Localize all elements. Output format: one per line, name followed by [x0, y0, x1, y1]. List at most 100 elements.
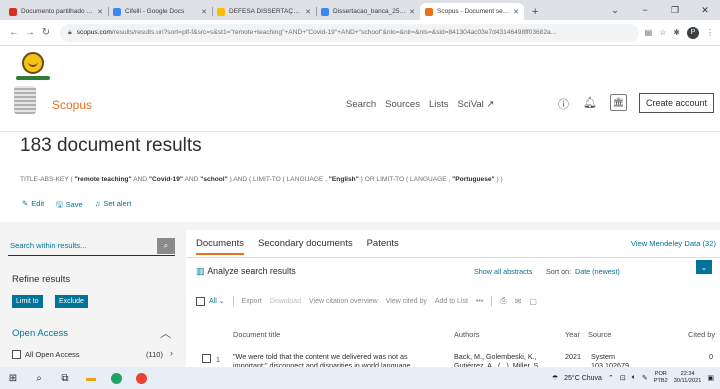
- create-account-button[interactable]: Create account: [639, 93, 714, 113]
- nav-item[interactable]: Sources: [385, 99, 420, 110]
- search-icon[interactable]: ⌕: [26, 373, 52, 384]
- close-tab-icon[interactable]: ✕: [201, 8, 207, 16]
- language-indicator[interactable]: POR PTB2: [654, 371, 668, 385]
- close-tab-icon[interactable]: ✕: [409, 8, 415, 16]
- weather-text[interactable]: 25°C Chuva: [564, 375, 602, 382]
- chevron-up-icon[interactable]: ︿: [160, 325, 171, 341]
- browser-tab[interactable]: Scopus - Document search ✕: [420, 3, 524, 20]
- show-abstracts-link[interactable]: Show all abstracts: [474, 267, 532, 276]
- cited-by-button[interactable]: View cited by: [386, 298, 427, 305]
- sort-select[interactable]: Date (newest): [575, 267, 620, 276]
- all-open-access-filter[interactable]: All Open Access: [12, 350, 80, 359]
- exclude-button[interactable]: Exclude: [55, 295, 88, 308]
- scopus-brand[interactable]: Scopus: [52, 98, 92, 112]
- new-tab-icon[interactable]: +: [524, 6, 546, 20]
- clock[interactable]: 22:34 30/11/2021: [674, 371, 702, 385]
- star-icon[interactable]: ☆: [659, 28, 666, 37]
- file-explorer-icon[interactable]: ▬: [78, 373, 104, 384]
- bibliography-icon[interactable]: ▢: [529, 297, 537, 306]
- save-link[interactable]: 🖫 Save: [56, 199, 83, 212]
- checkbox[interactable]: [12, 350, 21, 359]
- divider: [232, 296, 234, 306]
- column-header-cited-by[interactable]: Cited by: [688, 330, 715, 339]
- analyze-link[interactable]: ▥ Analyze search results: [196, 266, 296, 277]
- notifications-icon[interactable]: ▣: [707, 374, 714, 382]
- chevron-right-icon[interactable]: ›: [170, 348, 173, 358]
- query-term: "Portuguese": [452, 176, 495, 183]
- citation-overview-button[interactable]: View citation overview: [309, 298, 378, 305]
- add-to-list-button[interactable]: Add to List: [435, 298, 468, 305]
- browser-tab[interactable]: DEFESA DISSERTAÇÃO MEST✕: [212, 3, 316, 20]
- institution-logo-banner: [16, 76, 50, 80]
- keyboard-layout: PTB2: [653, 378, 668, 384]
- download-button[interactable]: Download: [270, 298, 301, 305]
- extensions-icon[interactable]: ✱: [673, 28, 680, 37]
- chevron-down-icon[interactable]: ⌄: [696, 260, 712, 274]
- chrome-icon[interactable]: [136, 372, 147, 384]
- query-operator: ) OR LIMIT-TO ( LANGUAGE ,: [358, 176, 453, 183]
- checkbox[interactable]: [196, 296, 205, 306]
- row-checkbox[interactable]: [202, 354, 211, 363]
- back-icon[interactable]: ←: [6, 27, 22, 38]
- set-alert-link[interactable]: ♫ Set alert: [95, 199, 132, 212]
- search-within-field[interactable]: Search within results... ⌕: [8, 236, 175, 256]
- menu-icon[interactable]: ⋮: [706, 28, 714, 37]
- nav-item[interactable]: SciVal ↗: [458, 99, 495, 110]
- profile-avatar[interactable]: P: [687, 26, 699, 39]
- mendeley-link[interactable]: View Mendeley Data (32): [631, 239, 716, 248]
- scopus-header: Scopus Search Sources Lists SciVal ↗ ⓘ 🔔︎ 🏛…: [0, 82, 720, 132]
- close-tab-icon[interactable]: ✕: [513, 8, 519, 16]
- column-header-source[interactable]: Source: [588, 330, 611, 339]
- close-tab-icon[interactable]: ✕: [97, 8, 103, 16]
- network-icon[interactable]: ⊡: [620, 374, 626, 382]
- column-header-authors[interactable]: Authors: [454, 330, 479, 339]
- browser-tab[interactable]: Cifelli - Google Docs ✕: [108, 3, 212, 20]
- chevron-up-icon[interactable]: ⌃: [608, 374, 614, 382]
- document-year: 2021: [565, 352, 581, 361]
- limit-to-button[interactable]: Limit to: [12, 295, 43, 308]
- reload-icon[interactable]: ↻: [38, 27, 54, 38]
- tab-patents[interactable]: Patents: [367, 238, 399, 255]
- close-tab-icon[interactable]: ✕: [305, 8, 311, 16]
- document-source[interactable]: System 103,102679: [591, 352, 641, 367]
- edit-link[interactable]: ✎ Edit: [22, 199, 44, 212]
- export-button[interactable]: Export: [242, 298, 262, 305]
- document-title-link[interactable]: "We were told that the content we delive…: [233, 352, 443, 367]
- column-header-title[interactable]: Document title: [233, 330, 280, 339]
- forward-icon[interactable]: →: [22, 27, 38, 38]
- browser-tab[interactable]: Dissertacao_banca_25_01_20✕: [316, 3, 420, 20]
- document-cited-by[interactable]: 0: [709, 352, 713, 361]
- browser-tab[interactable]: Documento partilhado com ✕: [4, 3, 108, 20]
- institution-icon[interactable]: 🏛︎: [610, 94, 627, 111]
- query-term: "school": [200, 176, 228, 183]
- document-authors[interactable]: Back, M., Golembeski, K., Gutiérrez, A.,…: [454, 352, 554, 367]
- print-icon[interactable]: ⎙: [500, 296, 506, 306]
- windows-start-icon[interactable]: ⊞: [0, 373, 26, 384]
- institution-logo[interactable]: [22, 52, 44, 74]
- results-panel: Documents Secondary documents Patents View…: [186, 230, 720, 367]
- select-all-control[interactable]: All ⌄: [196, 296, 225, 306]
- tab-secondary-documents[interactable]: Secondary documents: [258, 238, 353, 255]
- task-view-icon[interactable]: ⧉: [52, 373, 78, 384]
- volume-icon[interactable]: 🔈︎: [632, 374, 636, 382]
- bell-icon[interactable]: 🔔︎: [583, 96, 597, 109]
- more-button[interactable]: •••: [476, 298, 483, 305]
- tab-search-icon[interactable]: ⌄: [600, 5, 630, 16]
- open-access-heading[interactable]: Open Access: [12, 328, 68, 339]
- column-header-year[interactable]: Year: [565, 330, 580, 339]
- url-field[interactable]: 🔒︎ scopus.com /results/results.uri?sort=…: [60, 23, 639, 42]
- tab-documents[interactable]: Documents: [196, 238, 245, 255]
- pen-icon[interactable]: ✎: [642, 374, 648, 382]
- minimize-icon[interactable]: −: [630, 5, 660, 15]
- reader-icon[interactable]: ▤: [645, 28, 653, 37]
- chrome-icon[interactable]: [111, 372, 122, 384]
- maximize-icon[interactable]: ❐: [660, 5, 690, 16]
- email-icon[interactable]: ✉: [515, 297, 522, 306]
- taskbar: ⊞ ⌕ ⧉ ▬ ☂ 25°C Chuva ⌃ ⊡ 🔈︎ ✎ POR PTB2 22…: [0, 367, 720, 389]
- search-icon[interactable]: ⌕: [157, 237, 175, 254]
- nav-item[interactable]: Lists: [429, 99, 449, 110]
- question-circle-icon[interactable]: ⓘ: [558, 96, 569, 112]
- close-window-icon[interactable]: ✕: [690, 5, 720, 16]
- elsevier-logo[interactable]: [14, 86, 36, 114]
- nav-item[interactable]: Search: [346, 99, 376, 110]
